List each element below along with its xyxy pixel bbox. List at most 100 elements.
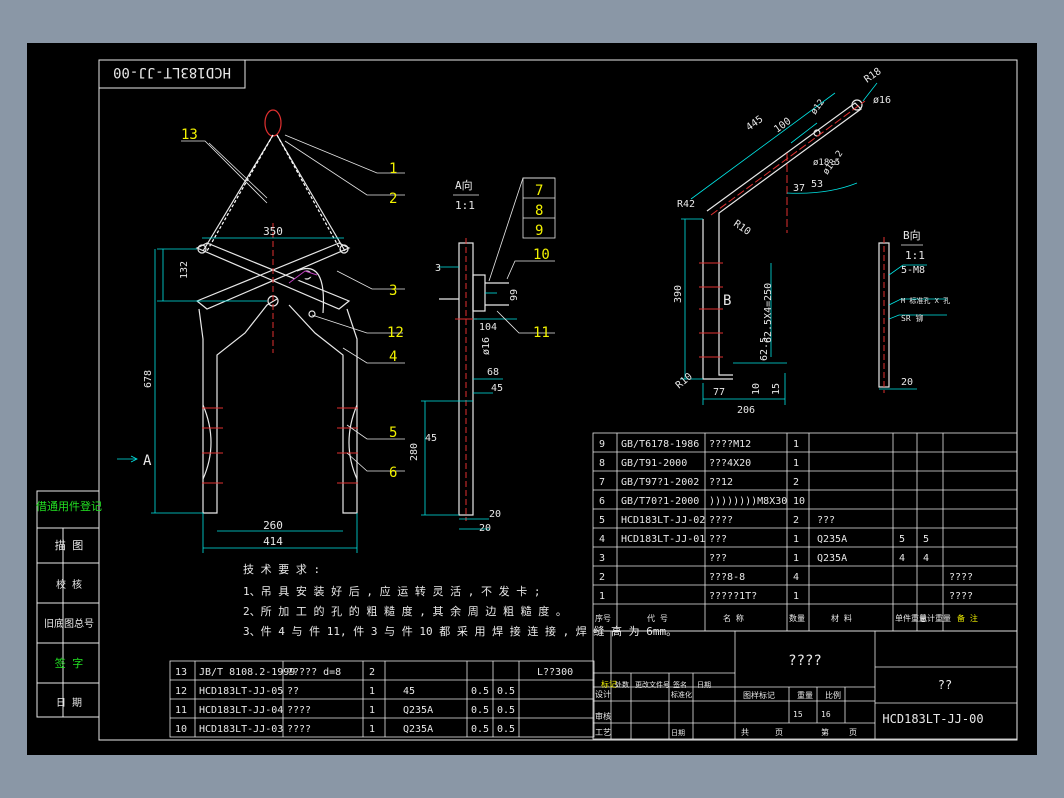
view-b-20: 20 [901, 377, 913, 388]
view-b-m8: 5-M8 [901, 265, 925, 276]
bom-upper-cell: 5 [923, 534, 929, 545]
dim-206: 206 [737, 405, 755, 416]
main-centerlines [202, 223, 358, 484]
balloon-2: 2 [389, 191, 397, 207]
view-a-centerlines [455, 238, 477, 521]
view-a-title: A向 [455, 178, 473, 192]
dim-15: 15 [771, 383, 782, 395]
bom-lower-cell: HCD183LT-JJ-03 [199, 724, 283, 735]
bom-upper-cell: ?????1T? [709, 591, 757, 602]
bom-lower-cell: 12 [175, 686, 187, 697]
bom-upper-cell: 2 [793, 477, 799, 488]
tb-label: 标准化 [671, 690, 692, 699]
bom-lower-cell: JB/T 8108.2-1999 [199, 667, 295, 678]
dim-53: 53 [811, 179, 823, 190]
view-b-label2: M 标准孔 X 孔 [901, 296, 950, 305]
bom-upper-cell: ??12 [709, 477, 733, 488]
tb-label: 更改文件号 [635, 680, 670, 689]
bom-lower-cell: 11 [175, 705, 187, 716]
tb-label: 图样标记 [743, 690, 775, 700]
bom-upper-cell: 4 [793, 572, 799, 583]
bom-upper-cell: 1 [793, 534, 799, 545]
dim-625: 62.5 [759, 337, 770, 361]
strip-label: 签 字 [55, 656, 84, 670]
dim-68: 68 [487, 367, 499, 378]
dim-45b: 45 [425, 433, 437, 444]
bom-upper-cell: 9 [599, 439, 605, 450]
dim-20a: 20 [489, 509, 501, 520]
strip-label: 校 核 [56, 578, 82, 591]
dim-37: 37 [793, 183, 805, 194]
tb-label: 审核 [595, 711, 611, 721]
tb-label: 重量 [797, 690, 813, 700]
tb-sheet-no: 16 [821, 710, 831, 719]
bom-upper-cell: GB/T97?1-2002 [621, 477, 699, 488]
bom-lower-cell: 1 [369, 705, 375, 716]
bom-upper-cell: ??? [709, 534, 727, 545]
view-b-scale: 1:1 [905, 249, 925, 262]
cad-drawing: HCD183LT-JJ-00 借通用件登记 描 图 校 核 旧底图总号 签 字 … [36, 59, 1018, 741]
bom-upper-cell: 2 [599, 572, 605, 583]
view-b-label3: SR 铆 [901, 313, 923, 323]
drawing-number-mirrored: HCD183LT-JJ-00 [113, 64, 231, 80]
bom-header-cell: 材 料 [831, 613, 852, 623]
notes-line-2: 2、所 加 工 的 孔 的 粗 糙 度 , 其 余 周 边 粗 糙 度 。 [243, 604, 567, 618]
balloon-11: 11 [533, 325, 550, 341]
dim-pitch: 62.5X4=250 [763, 283, 774, 343]
title-company: ?? [938, 678, 952, 692]
bom-upper-cell: ))))))))M8X30 [709, 496, 787, 507]
balloon-1: 1 [389, 161, 397, 177]
dim-3: 3 [435, 263, 441, 274]
bom-header-cell: 序号 [595, 613, 611, 623]
bom-upper-cell: 1 [793, 591, 799, 602]
bom-upper-cell: ??? [817, 515, 835, 526]
bom-upper-cell: 3 [599, 553, 605, 564]
tb-sheet-total: 15 [793, 710, 803, 719]
bom-header-cell: 总计重量 [919, 613, 951, 623]
bom-lower-cell: 1 [369, 724, 375, 735]
bom-upper-cell: ????M12 [709, 439, 751, 450]
bom-lower-cell: 2 [369, 667, 375, 678]
dim-280: 280 [409, 443, 420, 461]
bom-upper-cell: Q235A [817, 534, 847, 545]
drawing-sheet: HCD183LT-JJ-00 借通用件登记 描 图 校 核 旧底图总号 签 字 … [27, 43, 1037, 755]
bom-upper-cell: 2 [793, 515, 799, 526]
bom-upper-cell: ???4X20 [709, 458, 751, 469]
balloon-4: 4 [389, 349, 397, 365]
balloon-12: 12 [387, 325, 404, 341]
view-arrow-a: A [143, 453, 152, 469]
bom-lower-cell: ???? [287, 705, 311, 716]
dim-10: 10 [751, 383, 762, 395]
notes-title: 技 术 要 求 : [243, 563, 320, 576]
tb-label: 日期 [671, 729, 685, 737]
section-b-label: B [723, 293, 731, 309]
bom-lower-cell: ?? [287, 686, 299, 697]
bom-upper-rows: 9 GB/T6178-1986 ????M12 1 8 GB/T91-2000 ???4X2… [595, 439, 978, 623]
bom-header-cell: 备 注 [957, 613, 978, 623]
view-b-title: B向 [903, 228, 921, 242]
dim-260: 260 [263, 519, 283, 532]
bom-upper-cell: HCD183LT-JJ-02 [621, 515, 705, 526]
bom-upper-cell: ???8-8 [709, 572, 745, 583]
strip-label: 旧底图总号 [44, 617, 94, 630]
bom-upper-cell: 4 [923, 553, 929, 564]
tb-label: 第 [821, 727, 829, 737]
tb-label: 设计 [595, 689, 611, 699]
bom-lower-cell: 13 [175, 667, 187, 678]
view-a-dims [421, 266, 517, 530]
bom-upper-cell: 8 [599, 458, 605, 469]
bom-upper-cell: GB/T6178-1986 [621, 439, 699, 450]
bom-upper-cell: 4 [899, 553, 905, 564]
tb-label: 比例 [825, 690, 841, 700]
bom-lower-cell: 10 [175, 724, 187, 735]
bom-upper-cell: ??? [709, 553, 727, 564]
bom-upper-cell: GB/T91-2000 [621, 458, 687, 469]
bom-lower-cell: ????? d=8 [287, 667, 341, 678]
arm-centerlines [699, 100, 866, 358]
tb-label: 处数 [615, 680, 629, 689]
bom-lower-cell: 0.5 [471, 686, 489, 697]
dim-r10-top: R10 [731, 218, 752, 237]
bom-upper-cell: 6 [599, 496, 605, 507]
bom-lower-cell: L??300 [537, 667, 573, 678]
dim-77: 77 [713, 387, 725, 398]
